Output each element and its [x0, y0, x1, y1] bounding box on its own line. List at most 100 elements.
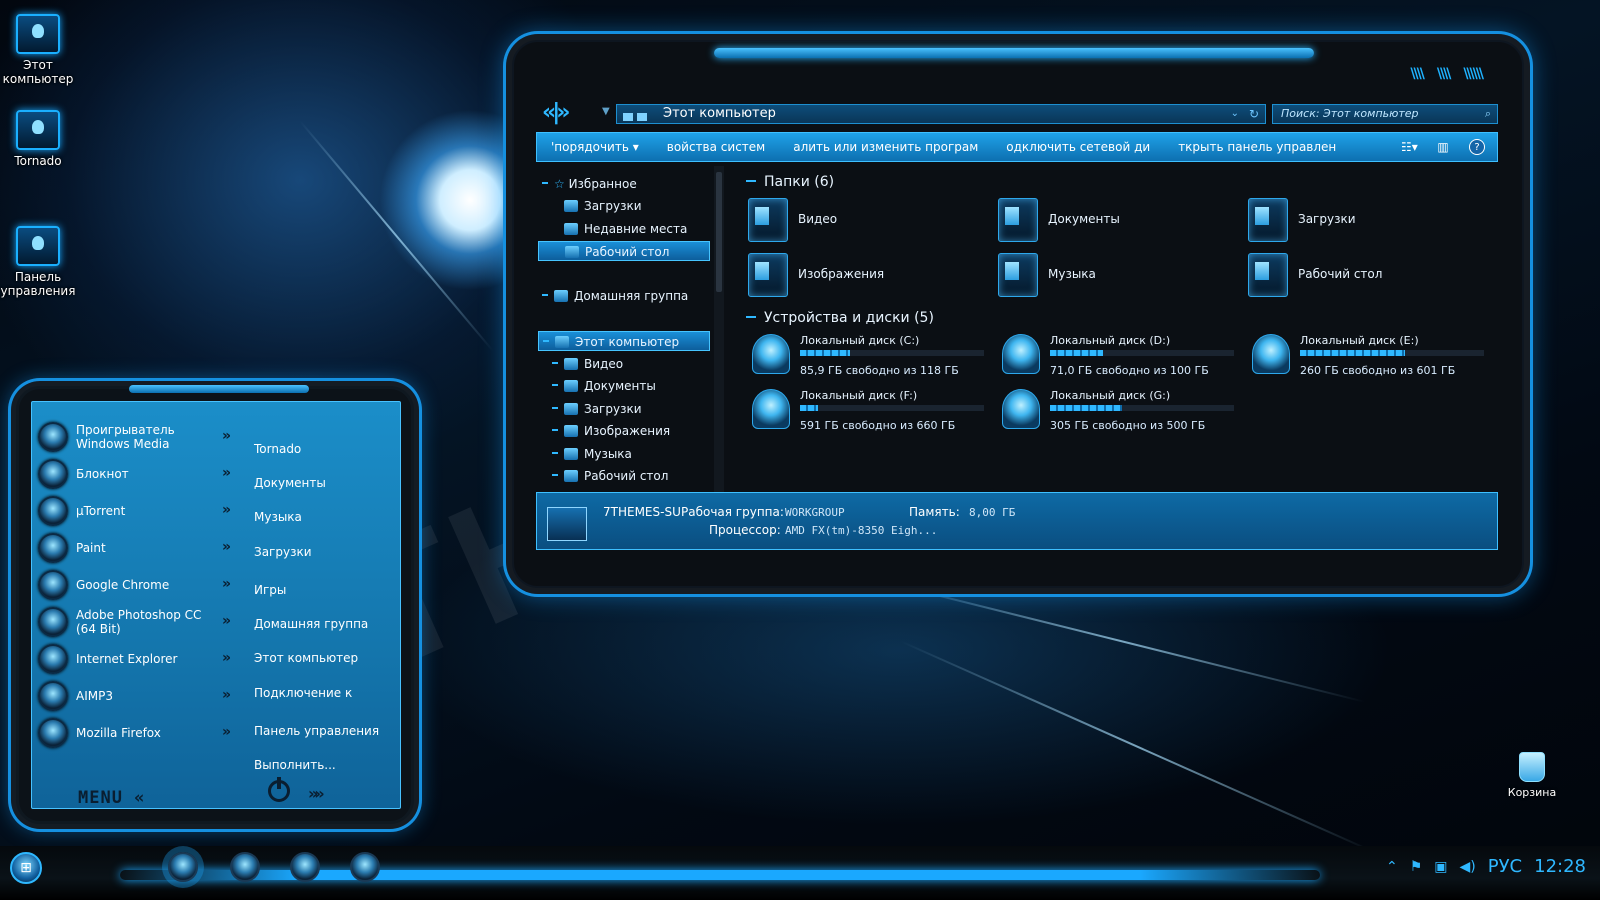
- program-item[interactable]: Paint »: [38, 531, 244, 565]
- nav-favorites[interactable]: ☆ Избранное: [542, 174, 637, 194]
- desktop-icon-user[interactable]: Tornado: [0, 110, 76, 168]
- drive-item[interactable]: Локальный диск (D:) 71,0 ГБ свободно из 1…: [1000, 334, 1240, 384]
- nav-pc-item[interactable]: Рабочий стол: [552, 466, 668, 486]
- nav-fav-recent[interactable]: Недавние места: [564, 219, 687, 239]
- submenu-arrow-icon[interactable]: »: [222, 539, 231, 555]
- submenu-arrow-icon[interactable]: »: [222, 613, 231, 629]
- search-input[interactable]: Поиск: Этот компьютер ⌕: [1272, 104, 1498, 124]
- place-item[interactable]: Музыка: [254, 510, 302, 524]
- expand-icon[interactable]: [542, 294, 548, 296]
- taskbar-media-button[interactable]: [350, 852, 380, 882]
- open-control-panel-button[interactable]: ткрыть панель управлен: [1178, 140, 1336, 154]
- view-options-icon[interactable]: ☷▾: [1401, 139, 1418, 155]
- chevron-down-icon[interactable]: ⌄: [1231, 105, 1239, 123]
- taskbar-explorer-button[interactable]: [168, 852, 198, 882]
- uninstall-program-button[interactable]: алить или изменить програм: [793, 140, 978, 154]
- language-indicator[interactable]: РУС: [1488, 856, 1522, 877]
- expand-icon[interactable]: [552, 384, 558, 386]
- expand-icon[interactable]: [552, 362, 558, 364]
- maximize-button[interactable]: \\\\: [1437, 66, 1452, 82]
- program-item[interactable]: µTorrent »: [38, 494, 244, 528]
- submenu-arrow-icon[interactable]: »: [222, 724, 231, 740]
- map-network-drive-button[interactable]: одключить сетевой ди: [1006, 140, 1150, 154]
- desktop-icon-recycle-bin[interactable]: Корзина: [1494, 752, 1570, 799]
- program-item[interactable]: Mozilla Firefox »: [38, 716, 244, 750]
- nav-pc-item[interactable]: Видео: [552, 354, 623, 374]
- place-item[interactable]: Панель управления: [254, 724, 379, 738]
- submenu-arrow-icon[interactable]: »: [222, 428, 231, 444]
- collapse-icon[interactable]: [543, 340, 549, 342]
- desktop-icon-this-pc[interactable]: Этот компьютер: [0, 14, 76, 86]
- program-item[interactable]: Google Chrome »: [38, 568, 244, 602]
- history-dropdown-icon[interactable]: ▼: [602, 106, 610, 117]
- organize-button[interactable]: 'порядочить ▾: [551, 140, 639, 154]
- folder-item[interactable]: Изображения: [748, 253, 968, 301]
- program-item[interactable]: Internet Explorer »: [38, 642, 244, 676]
- expand-icon[interactable]: [552, 407, 558, 409]
- place-item[interactable]: Этот компьютер: [254, 651, 358, 665]
- clock[interactable]: 12:28: [1534, 856, 1586, 877]
- network-icon[interactable]: ▣: [1434, 859, 1447, 875]
- volume-icon[interactable]: ◀): [1459, 859, 1475, 875]
- nav-fav-desktop[interactable]: Рабочий стол: [538, 241, 710, 261]
- program-item[interactable]: Проигрыватель Windows Media »: [38, 420, 244, 454]
- window-title-bar[interactable]: [714, 48, 1314, 58]
- program-item[interactable]: Блокнот »: [38, 457, 244, 491]
- search-icon[interactable]: ⌕: [1485, 105, 1491, 123]
- folder-item[interactable]: Документы: [998, 198, 1218, 246]
- preview-pane-icon[interactable]: ▥: [1435, 139, 1451, 155]
- nav-fav-downloads[interactable]: Загрузки: [564, 196, 642, 216]
- folder-item[interactable]: Музыка: [998, 253, 1218, 301]
- place-item[interactable]: Домашняя группа: [254, 617, 368, 631]
- folders-group-header[interactable]: Папки (6): [746, 174, 834, 190]
- nav-pc-item[interactable]: Документы: [552, 376, 656, 396]
- drive-item[interactable]: Локальный диск (C:) 85,9 ГБ свободно из 1…: [750, 334, 990, 384]
- submenu-arrow-icon[interactable]: »: [222, 576, 231, 592]
- system-properties-button[interactable]: войства систем: [667, 140, 765, 154]
- help-icon[interactable]: ?: [1469, 139, 1485, 155]
- submenu-arrow-icon[interactable]: »: [222, 502, 231, 518]
- nav-pc-item[interactable]: Изображения: [552, 421, 670, 441]
- drives-group-header[interactable]: Устройства и диски (5): [746, 310, 934, 326]
- program-item[interactable]: AIMP3 »: [38, 679, 244, 713]
- submenu-arrow-icon[interactable]: »: [222, 465, 231, 481]
- taskbar-photoshop-button[interactable]: [230, 852, 260, 882]
- place-item[interactable]: Выполнить...: [254, 758, 336, 772]
- nav-pc-item[interactable]: Загрузки: [552, 399, 642, 419]
- drive-item[interactable]: Локальный диск (E:) 260 ГБ свободно из 60…: [1250, 334, 1490, 384]
- action-center-flag-icon[interactable]: ⚑: [1410, 859, 1423, 875]
- scrollbar-thumb[interactable]: [716, 172, 722, 292]
- place-item[interactable]: Загрузки: [254, 545, 312, 559]
- folder-item[interactable]: Загрузки: [1248, 198, 1468, 246]
- drive-item[interactable]: Локальный диск (F:) 591 ГБ свободно из 66…: [750, 389, 990, 439]
- minimize-button[interactable]: \\\\: [1410, 66, 1425, 82]
- expand-icon[interactable]: [552, 474, 558, 476]
- nav-pc-item[interactable]: Музыка: [552, 444, 632, 464]
- show-hidden-icons-icon[interactable]: ⌃: [1386, 859, 1398, 875]
- all-programs-button[interactable]: MENU «: [78, 788, 145, 808]
- back-forward-buttons[interactable]: «|»: [542, 100, 571, 125]
- place-item[interactable]: Подключение к: [254, 686, 352, 700]
- nav-homegroup[interactable]: Домашняя группа: [542, 286, 688, 306]
- submenu-arrow-icon[interactable]: »: [222, 650, 231, 666]
- start-button[interactable]: ⊞: [10, 852, 42, 884]
- power-icon[interactable]: [268, 777, 290, 802]
- taskbar-ie-button[interactable]: [290, 852, 320, 882]
- place-item[interactable]: Документы: [254, 476, 326, 490]
- address-bar[interactable]: Этот компьютер ⌄ ↻: [616, 104, 1266, 124]
- program-item[interactable]: Adobe Photoshop CC (64 Bit) »: [38, 605, 244, 639]
- folder-item[interactable]: Рабочий стол: [1248, 253, 1468, 301]
- expand-icon[interactable]: [552, 452, 558, 454]
- nav-scrollbar[interactable]: [714, 166, 724, 492]
- nav-this-pc[interactable]: Этот компьютер: [538, 331, 710, 351]
- drive-item[interactable]: Локальный диск (G:) 305 ГБ свободно из 50…: [1000, 389, 1240, 439]
- place-item[interactable]: Игры: [254, 583, 286, 597]
- close-button[interactable]: \\\\\\: [1463, 66, 1484, 82]
- expand-icon[interactable]: [552, 429, 558, 431]
- collapse-icon[interactable]: [542, 182, 548, 184]
- submenu-arrow-icon[interactable]: »: [222, 687, 231, 703]
- place-item[interactable]: Tornado: [254, 442, 301, 456]
- shutdown-options-icon[interactable]: »»: [308, 784, 325, 803]
- refresh-icon[interactable]: ↻: [1249, 105, 1259, 123]
- desktop-icon-control-panel[interactable]: Панель управления: [0, 226, 76, 298]
